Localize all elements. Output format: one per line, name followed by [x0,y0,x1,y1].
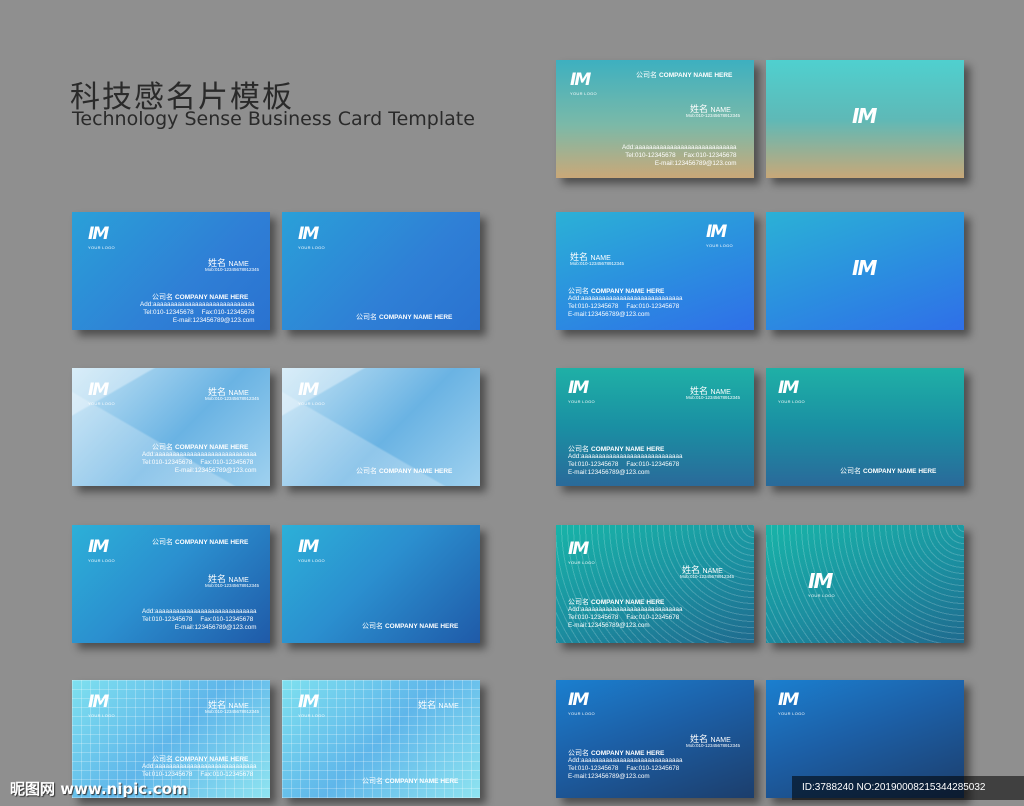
logo: IM YOUR LOGO [808,569,835,598]
business-card-back: IM YOUR LOGO 公司名 COMPANY NAME HERE [766,368,964,486]
business-card-back: IM [766,60,964,178]
logo: IM YOUR LOGO [298,537,325,564]
logo: IM YOUR LOGO [298,692,325,719]
logo-text: YOUR LOGO [88,245,115,250]
page-subtitle: Technology Sense Business Card Template [72,108,475,130]
mobile-number: Mob:010-12345678912345 [686,743,741,748]
person-name: 姓名 NAME [418,700,459,710]
business-card-front: IM YOUR LOGO 姓名 NAME Mob:010-123456789123… [556,680,754,798]
business-card-back: IM YOUR LOGO 公司名 COMPANY NAME HERE [282,525,480,643]
logo: IM YOUR LOGO [568,378,595,405]
mobile-number: Mob:010-12345678912345 [570,261,625,266]
image-id-watermark: ID:3788240 NO:20190008215344285032 [792,776,1024,800]
logo: IM YOUR LOGO [88,380,115,407]
contact-info: Add:aaaaaaaaaaaaaaaaaaaaaaaaaaaaa Tel:010… [568,757,683,780]
contact-info: Add:aaaaaaaaaaaaaaaaaaaaaaaaaaaaa Tel:010… [568,295,683,318]
logo: IM YOUR LOGO [298,224,325,251]
mobile-number: Mob:010-12345678912345 [686,113,741,118]
company-name: 公司名 COMPANY NAME HERE [362,778,459,785]
company-name: 公司名 COMPANY NAME HERE [356,468,453,475]
business-card-back: IM YOUR LOGO 公司名 COMPANY NAME HERE [282,212,480,330]
logo: IM [852,256,877,280]
business-card-back: IM YOUR LOGO 公司名 COMPANY NAME HERE [282,368,480,486]
logo: IM YOUR LOGO [778,378,805,405]
business-card-back: 姓名 NAME IM YOUR LOGO 公司名 COMPANY NAME HER… [282,680,480,798]
mobile-number: Mob:010-12345678912345 [205,267,260,272]
contact-info: Add:aaaaaaaaaaaaaaaaaaaaaaaaaaaaa Tel:010… [140,301,255,324]
mobile-number: Mob:010-12345678912345 [205,709,260,714]
business-card-front: IM YOUR LOGO 姓名 NAME Mob:010-123456789123… [72,368,270,486]
company-name: 公司名 COMPANY NAME HERE [362,623,459,630]
business-card-front: IM YOUR LOGO 公司名 COMPANY NAME HERE 姓名 NAM… [72,525,270,643]
logo: IM YOUR LOGO [570,70,597,97]
business-card-front: IM YOUR LOGO 姓名 NAME Mob:010-123456789123… [556,212,754,330]
logo: IM YOUR LOGO [88,537,115,564]
mobile-number: Mob:010-12345678912345 [205,396,260,401]
contact-info: Add:aaaaaaaaaaaaaaaaaaaaaaaaaaaaa Tel:010… [142,763,257,778]
contact-info: Add:aaaaaaaaaaaaaaaaaaaaaaaaaaaaa Tel:010… [142,451,257,474]
contact-info: Add:aaaaaaaaaaaaaaaaaaaaaaaaaaaaa Tel:010… [568,453,683,476]
business-card-front: IM YOUR LOGO 姓名 NAME Mob:010-123456789123… [556,525,754,643]
mobile-number: Mob:010-12345678912345 [680,574,735,579]
logo: IM YOUR LOGO [568,539,595,566]
company-name: 公司名 COMPANY NAME HERE [840,468,937,475]
mobile-number: Mob:010-12345678912345 [686,395,741,400]
contact-info: Add:aaaaaaaaaaaaaaaaaaaaaaaaaaaaa Tel:010… [622,144,737,167]
logo: IM YOUR LOGO [706,222,733,249]
logo: IM YOUR LOGO [88,224,115,251]
company-name: 公司名 COMPANY NAME HERE [152,539,249,546]
contact-info: Add:aaaaaaaaaaaaaaaaaaaaaaaaaaaaa Tel:010… [142,608,257,631]
business-card-front: IM YOUR LOGO 公司名 COMPANY NAME HERE 姓名 NAM… [556,60,754,178]
contact-info: Add:aaaaaaaaaaaaaaaaaaaaaaaaaaaaa Tel:010… [568,606,683,629]
company-name: 公司名 COMPANY NAME HERE [636,72,733,79]
logo: IM YOUR LOGO [568,690,595,717]
site-watermark: 昵图网 www.nipic.com [10,780,188,798]
business-card-back: IM [766,212,964,330]
mobile-number: Mob:010-12345678912345 [205,583,260,588]
business-card-front: IM YOUR LOGO 姓名 NAME Mob:010-123456789123… [556,368,754,486]
logo: IM YOUR LOGO [88,692,115,719]
logo-mark: IM [88,224,109,244]
logo: IM YOUR LOGO [298,380,325,407]
business-card-back: IM YOUR LOGO [766,525,964,643]
logo: IM [852,104,877,128]
logo: IM YOUR LOGO [778,690,805,717]
business-card-front: IM YOUR LOGO 姓名 NAME Mob:010-123456789123… [72,212,270,330]
company-name: 公司名 COMPANY NAME HERE [356,314,453,321]
